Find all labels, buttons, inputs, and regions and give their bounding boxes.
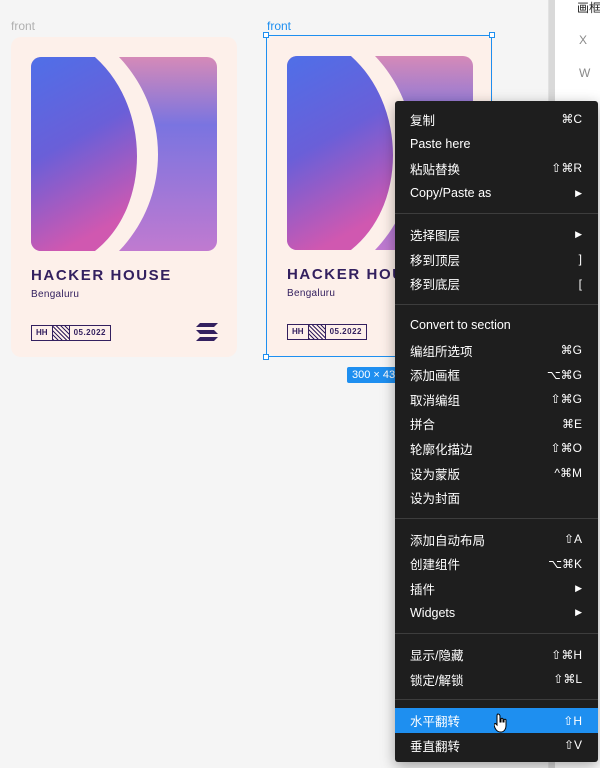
menu-item-outline-stroke[interactable]: 轮廓化描边 ⇧⌘O — [395, 436, 598, 461]
menu-item-add-frame[interactable]: 添加画框 ⌥⌘G — [395, 362, 598, 387]
menu-item-add-auto-layout[interactable]: 添加自动布局 ⇧A — [395, 527, 598, 552]
menu-item-set-as-thumbnail[interactable]: 设为封面 — [395, 485, 598, 510]
menu-separator — [395, 517, 598, 519]
menu-item-group-selection[interactable]: 编组所选项 ⌘G — [395, 338, 598, 363]
menu-item-ungroup[interactable]: 取消编组 ⇧⌘G — [395, 387, 598, 412]
badge-hatch — [308, 325, 326, 339]
submenu-arrow-icon: ▶ — [575, 187, 582, 198]
card-artwork — [31, 57, 217, 251]
menu-item-flatten[interactable]: 拼合 ⌘E — [395, 412, 598, 437]
badge-date: 05.2022 — [329, 327, 362, 336]
card-subtitle: Bengaluru — [287, 288, 336, 299]
x-field-label[interactable]: X — [579, 33, 587, 47]
menu-item-select-layer[interactable]: 选择图层 ▶ — [395, 222, 598, 247]
context-menu: 复制 ⌘C Paste here 粘贴替换 ⇧⌘R Copy/Paste as ▶ 选… — [395, 101, 598, 762]
card-badge: HH 05.2022 — [287, 324, 367, 340]
menu-item-plugins[interactable]: 插件 ▶ — [395, 576, 598, 601]
menu-item-create-component[interactable]: 创建组件 ⌥⌘K — [395, 552, 598, 577]
resize-handle-top-left[interactable] — [263, 32, 269, 38]
menu-item-copy-paste-as[interactable]: Copy/Paste as ▶ — [395, 181, 598, 206]
card-subtitle: Bengaluru — [31, 289, 80, 300]
frame-label[interactable]: front — [11, 19, 35, 33]
menu-item-copy[interactable]: 复制 ⌘C — [395, 107, 598, 132]
pointer-cursor-icon — [493, 713, 508, 738]
menu-item-use-as-mask[interactable]: 设为蒙版 ^⌘M — [395, 461, 598, 486]
submenu-arrow-icon: ▶ — [575, 582, 582, 593]
menu-item-convert-to-section[interactable]: Convert to section — [395, 313, 598, 338]
submenu-arrow-icon: ▶ — [575, 607, 582, 618]
submenu-arrow-icon: ▶ — [575, 229, 582, 240]
frame-card[interactable]: HACKER HOUSE Bengaluru HH 05.2022 — [11, 37, 237, 357]
menu-item-lock-unlock[interactable]: 锁定/解锁 ⇧⌘L — [395, 667, 598, 692]
resize-handle-top-right[interactable] — [489, 32, 495, 38]
menu-separator — [395, 213, 598, 215]
menu-item-bring-to-front[interactable]: 移到顶层] — [395, 247, 598, 272]
menu-separator — [395, 304, 598, 306]
menu-item-widgets[interactable]: Widgets ▶ — [395, 601, 598, 626]
menu-item-paste-here[interactable]: Paste here — [395, 132, 598, 157]
menu-item-paste-replace[interactable]: 粘贴替换 ⇧⌘R — [395, 156, 598, 181]
menu-item-send-to-back[interactable]: 移到底层[ — [395, 272, 598, 297]
badge-date: 05.2022 — [73, 328, 106, 337]
menu-separator — [395, 633, 598, 635]
frame-label-selected[interactable]: front — [267, 19, 291, 33]
card-badge: HH 05.2022 — [31, 325, 111, 341]
badge-hatch — [52, 326, 70, 340]
badge-initials: HH — [288, 325, 309, 339]
menu-separator — [395, 699, 598, 701]
badge-initials: HH — [32, 326, 53, 340]
resize-handle-bottom-left[interactable] — [263, 354, 269, 360]
menu-item-show-hide[interactable]: 显示/隐藏 ⇧⌘H — [395, 642, 598, 667]
width-field-label[interactable]: W — [579, 66, 590, 80]
card-title: HACKER HOUSE — [31, 267, 172, 284]
solana-logo-icon — [196, 323, 218, 346]
panel-title: 画框 — [577, 1, 600, 15]
selection-size-badge: 300 × 43 — [347, 367, 401, 383]
